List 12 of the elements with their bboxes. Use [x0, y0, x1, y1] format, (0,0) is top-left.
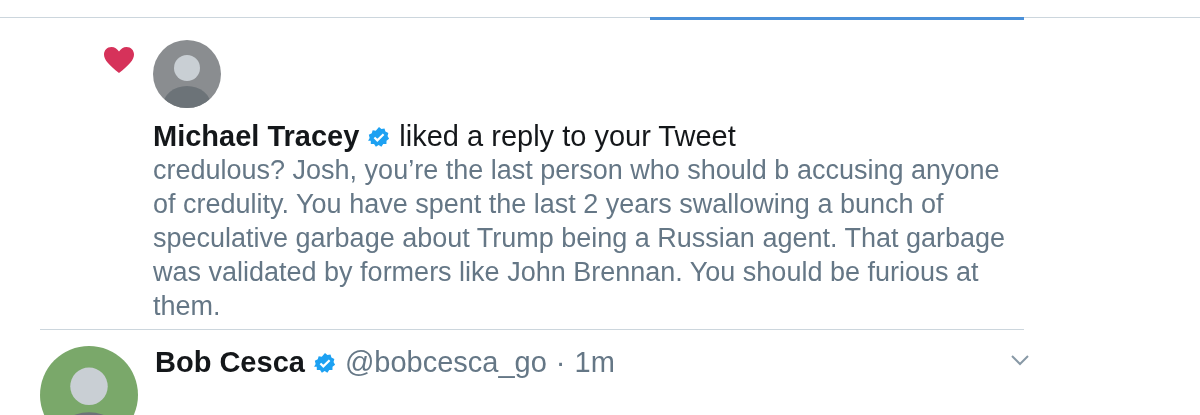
user-name[interactable]: Bob Cesca — [155, 346, 305, 379]
verified-badge-icon — [368, 125, 391, 148]
user-handle[interactable]: @bobcesca_go — [344, 346, 547, 379]
chevron-down-icon[interactable] — [1010, 354, 1030, 366]
notification-text: liked a reply to your Tweet — [399, 120, 736, 153]
reply-text: credulous? Josh, you’re the last person who should b accusing anyone of credulity. You have spent the last 2 years swallowing a bunch of speculative garbage about Trump being a Russian agent. That garbage was validated by formers like John Brennan. You should be furious at them. — [153, 154, 1007, 323]
user-name[interactable]: Michael Tracey — [153, 120, 360, 153]
tweet-time[interactable]: 1m — [574, 346, 615, 379]
verified-badge-icon — [313, 351, 336, 374]
heart-icon — [103, 46, 135, 74]
separator-dot: · — [555, 346, 566, 379]
avatar[interactable] — [40, 346, 138, 415]
